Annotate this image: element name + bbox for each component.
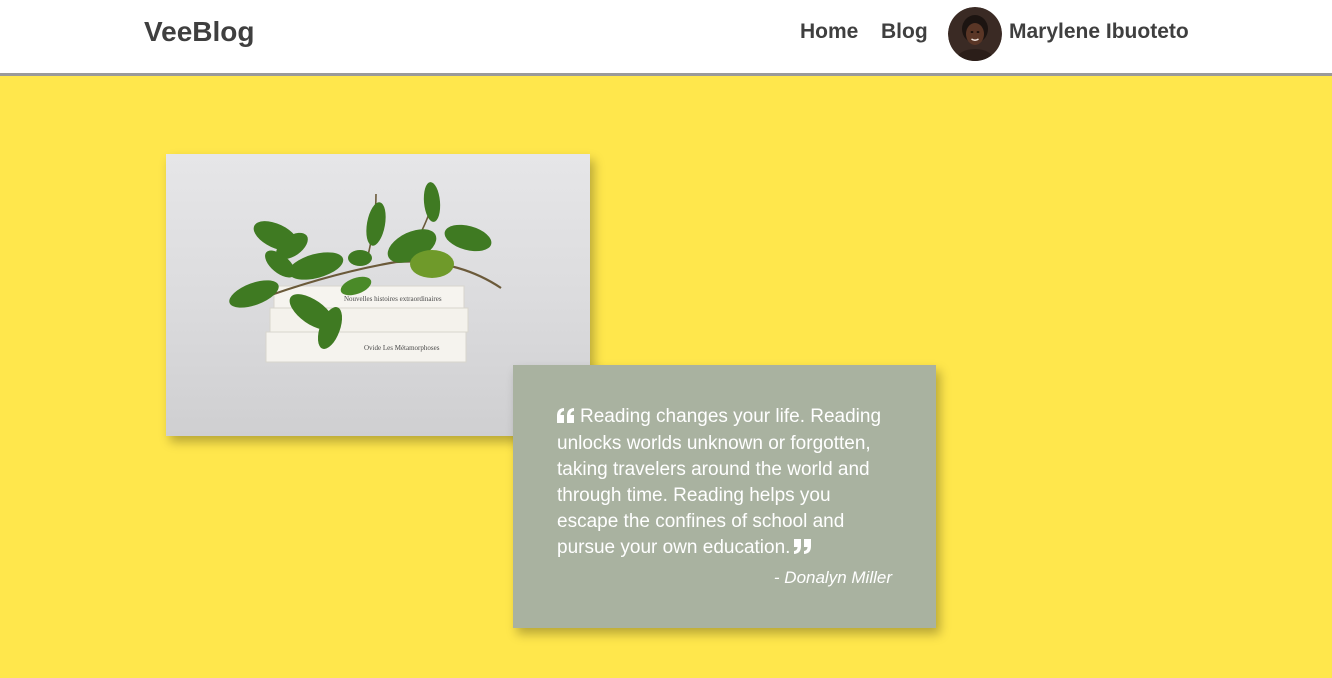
nav-link-blog[interactable]: Blog (881, 20, 928, 44)
book-title-1: Nouvelles histoires extraordinaires (344, 295, 442, 303)
quote-close-icon (794, 536, 812, 562)
user-name[interactable]: Marylene Ibuoteto (1009, 20, 1189, 44)
avatar-image (948, 7, 1002, 61)
quote-open-icon (557, 405, 575, 431)
brand-logo[interactable]: VeeBlog (144, 16, 254, 48)
quote-paragraph: Reading changes your life. Reading unloc… (557, 404, 892, 562)
quote-author: - Donalyn Miller (773, 568, 892, 587)
navbar: VeeBlog Home Blog Marylene Ibuoteto (0, 0, 1332, 76)
quote-card: Reading changes your life. Reading unloc… (513, 365, 936, 628)
avatar[interactable] (948, 7, 1002, 61)
nav-link-home[interactable]: Home (800, 20, 858, 44)
hero-section: Nouvelles histoires extraordinaires Ovid… (0, 76, 1332, 678)
quote-text: Reading changes your life. Reading unloc… (557, 406, 882, 558)
book-title-3: Ovide Les Métamorphoses (364, 344, 440, 352)
